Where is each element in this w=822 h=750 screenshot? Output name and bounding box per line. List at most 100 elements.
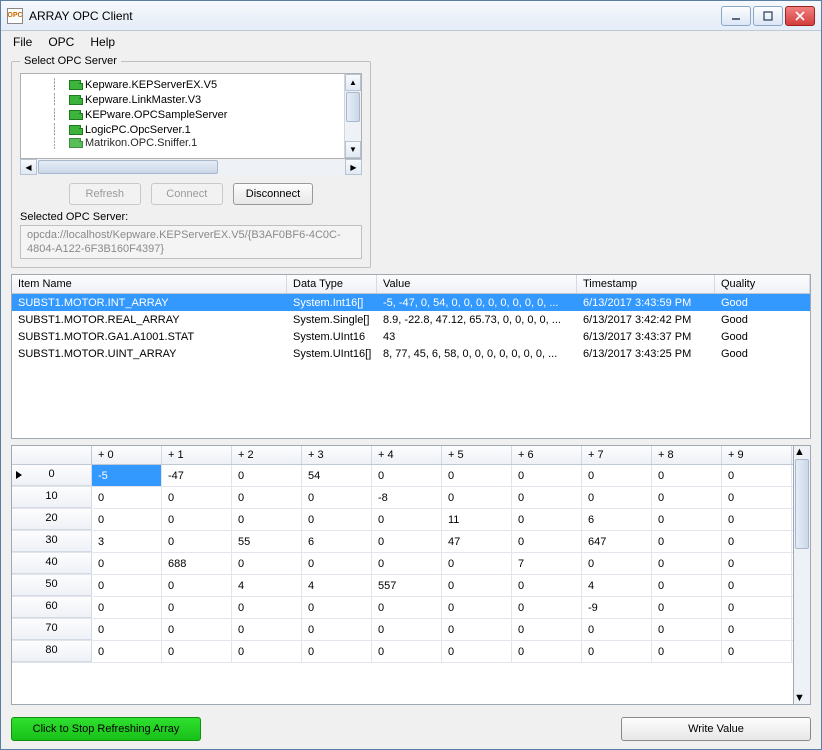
array-cell[interactable]: 0 bbox=[302, 619, 372, 640]
scroll-up-icon[interactable]: ▲ bbox=[345, 74, 361, 91]
array-cell[interactable]: 0 bbox=[232, 487, 302, 508]
array-row-header[interactable]: 40 bbox=[12, 553, 92, 574]
connect-button[interactable]: Connect bbox=[151, 183, 223, 205]
menu-file[interactable]: File bbox=[13, 35, 32, 49]
col-value[interactable]: Value bbox=[377, 275, 577, 293]
array-cell[interactable]: 0 bbox=[302, 487, 372, 508]
items-grid[interactable]: Item Name Data Type Value Timestamp Qual… bbox=[11, 274, 811, 439]
write-value-button[interactable]: Write Value bbox=[621, 717, 811, 741]
array-cell[interactable]: 0 bbox=[652, 553, 722, 574]
array-cell[interactable]: 0 bbox=[652, 575, 722, 596]
scroll-left-icon[interactable]: ◀ bbox=[20, 159, 37, 175]
array-cell[interactable]: 0 bbox=[162, 509, 232, 530]
array-cell[interactable]: 0 bbox=[442, 553, 512, 574]
array-row-header[interactable]: 10 bbox=[12, 487, 92, 508]
items-grid-row[interactable]: SUBST1.MOTOR.INT_ARRAYSystem.Int16[]-5, … bbox=[12, 294, 810, 311]
array-cell[interactable]: 0 bbox=[162, 619, 232, 640]
col-item-name[interactable]: Item Name bbox=[12, 275, 287, 293]
maximize-button[interactable] bbox=[753, 6, 783, 26]
array-cell[interactable]: 0 bbox=[92, 575, 162, 596]
array-cell[interactable]: 0 bbox=[162, 575, 232, 596]
array-row-header[interactable]: 20 bbox=[12, 509, 92, 530]
array-cell[interactable]: 0 bbox=[722, 509, 792, 530]
array-cell[interactable]: 0 bbox=[512, 531, 582, 552]
array-cell[interactable]: 47 bbox=[442, 531, 512, 552]
array-cell[interactable]: 0 bbox=[652, 487, 722, 508]
array-cell[interactable]: 0 bbox=[92, 509, 162, 530]
array-cell[interactable]: 0 bbox=[512, 465, 582, 486]
array-cell[interactable]: 0 bbox=[652, 641, 722, 662]
array-cell[interactable]: 4 bbox=[302, 575, 372, 596]
array-cell[interactable]: 0 bbox=[512, 597, 582, 618]
array-cell[interactable]: 4 bbox=[582, 575, 652, 596]
array-row[interactable]: 0-5-47054000000 bbox=[12, 465, 793, 487]
close-button[interactable] bbox=[785, 6, 815, 26]
array-cell[interactable]: 0 bbox=[512, 575, 582, 596]
array-cell[interactable]: 0 bbox=[162, 641, 232, 662]
array-cell[interactable]: 0 bbox=[442, 465, 512, 486]
scroll-thumb[interactable] bbox=[795, 459, 809, 549]
array-cell[interactable]: 0 bbox=[162, 597, 232, 618]
array-cell[interactable]: 0 bbox=[512, 509, 582, 530]
array-cell[interactable]: -47 bbox=[162, 465, 232, 486]
array-cell[interactable]: 0 bbox=[652, 619, 722, 640]
server-tree-item[interactable]: ┊Kepware.KEPServerEX.V5 bbox=[51, 77, 344, 92]
array-cell[interactable]: 0 bbox=[652, 531, 722, 552]
refresh-button[interactable]: Refresh bbox=[69, 183, 141, 205]
array-cell[interactable]: 0 bbox=[162, 487, 232, 508]
array-cell[interactable]: 0 bbox=[722, 597, 792, 618]
array-col-header[interactable]: + 9 bbox=[722, 446, 792, 464]
array-col-header[interactable]: + 2 bbox=[232, 446, 302, 464]
array-cell[interactable]: 557 bbox=[372, 575, 442, 596]
array-cell[interactable]: 0 bbox=[722, 553, 792, 574]
server-tree-item[interactable]: ┊KEPware.OPCSampleServer bbox=[51, 107, 344, 122]
array-cell[interactable]: 0 bbox=[582, 641, 652, 662]
tree-vscrollbar[interactable]: ▲ ▼ bbox=[344, 74, 361, 158]
array-cell[interactable]: 0 bbox=[302, 553, 372, 574]
server-tree-item[interactable]: ┊Matrikon.OPC.Sniffer.1 bbox=[51, 137, 344, 149]
array-cell[interactable]: 0 bbox=[442, 641, 512, 662]
array-cell[interactable]: 0 bbox=[92, 597, 162, 618]
array-cell[interactable]: 0 bbox=[232, 619, 302, 640]
titlebar[interactable]: OPC ARRAY OPC Client bbox=[1, 1, 821, 31]
array-col-header[interactable]: + 3 bbox=[302, 446, 372, 464]
array-cell[interactable]: 0 bbox=[442, 575, 512, 596]
array-cell[interactable]: 0 bbox=[512, 487, 582, 508]
array-cell[interactable]: 0 bbox=[652, 509, 722, 530]
server-tree[interactable]: ┊Kepware.KEPServerEX.V5┊Kepware.LinkMast… bbox=[20, 73, 362, 159]
array-row[interactable]: 600000000-900 bbox=[12, 597, 793, 619]
array-cell[interactable]: 0 bbox=[512, 619, 582, 640]
array-row[interactable]: 800000000000 bbox=[12, 641, 793, 663]
scroll-down-icon[interactable]: ▼ bbox=[345, 141, 361, 158]
array-cell[interactable]: 55 bbox=[232, 531, 302, 552]
scroll-right-icon[interactable]: ▶ bbox=[345, 159, 362, 175]
array-cell[interactable]: 0 bbox=[722, 575, 792, 596]
array-cell[interactable]: 3 bbox=[92, 531, 162, 552]
stop-refresh-button[interactable]: Click to Stop Refreshing Array bbox=[11, 717, 201, 741]
array-col-header[interactable]: + 0 bbox=[92, 446, 162, 464]
array-row[interactable]: 3030556047064700 bbox=[12, 531, 793, 553]
array-cell[interactable]: 11 bbox=[442, 509, 512, 530]
array-cell[interactable]: 0 bbox=[582, 553, 652, 574]
col-data-type[interactable]: Data Type bbox=[287, 275, 377, 293]
array-cell[interactable]: 0 bbox=[372, 619, 442, 640]
array-cell[interactable]: 0 bbox=[652, 465, 722, 486]
array-cell[interactable]: 647 bbox=[582, 531, 652, 552]
array-cell[interactable]: 0 bbox=[512, 641, 582, 662]
array-row-header[interactable]: 30 bbox=[12, 531, 92, 552]
array-cell[interactable]: 0 bbox=[372, 465, 442, 486]
server-tree-item[interactable]: ┊Kepware.LinkMaster.V3 bbox=[51, 92, 344, 107]
array-cell[interactable]: 4 bbox=[232, 575, 302, 596]
scroll-thumb[interactable] bbox=[346, 92, 360, 122]
array-cell[interactable]: 0 bbox=[92, 641, 162, 662]
array-cell[interactable]: -9 bbox=[582, 597, 652, 618]
array-cell[interactable]: -5 bbox=[92, 465, 162, 486]
array-cell[interactable]: 688 bbox=[162, 553, 232, 574]
array-grid-header[interactable]: + 0+ 1+ 2+ 3+ 4+ 5+ 6+ 7+ 8+ 9 bbox=[12, 446, 793, 465]
array-cell[interactable]: 0 bbox=[722, 531, 792, 552]
array-row-header[interactable]: 60 bbox=[12, 597, 92, 618]
menu-opc[interactable]: OPC bbox=[48, 35, 74, 49]
array-col-header[interactable]: + 7 bbox=[582, 446, 652, 464]
array-cell[interactable]: 0 bbox=[92, 487, 162, 508]
array-cell[interactable]: 6 bbox=[302, 531, 372, 552]
